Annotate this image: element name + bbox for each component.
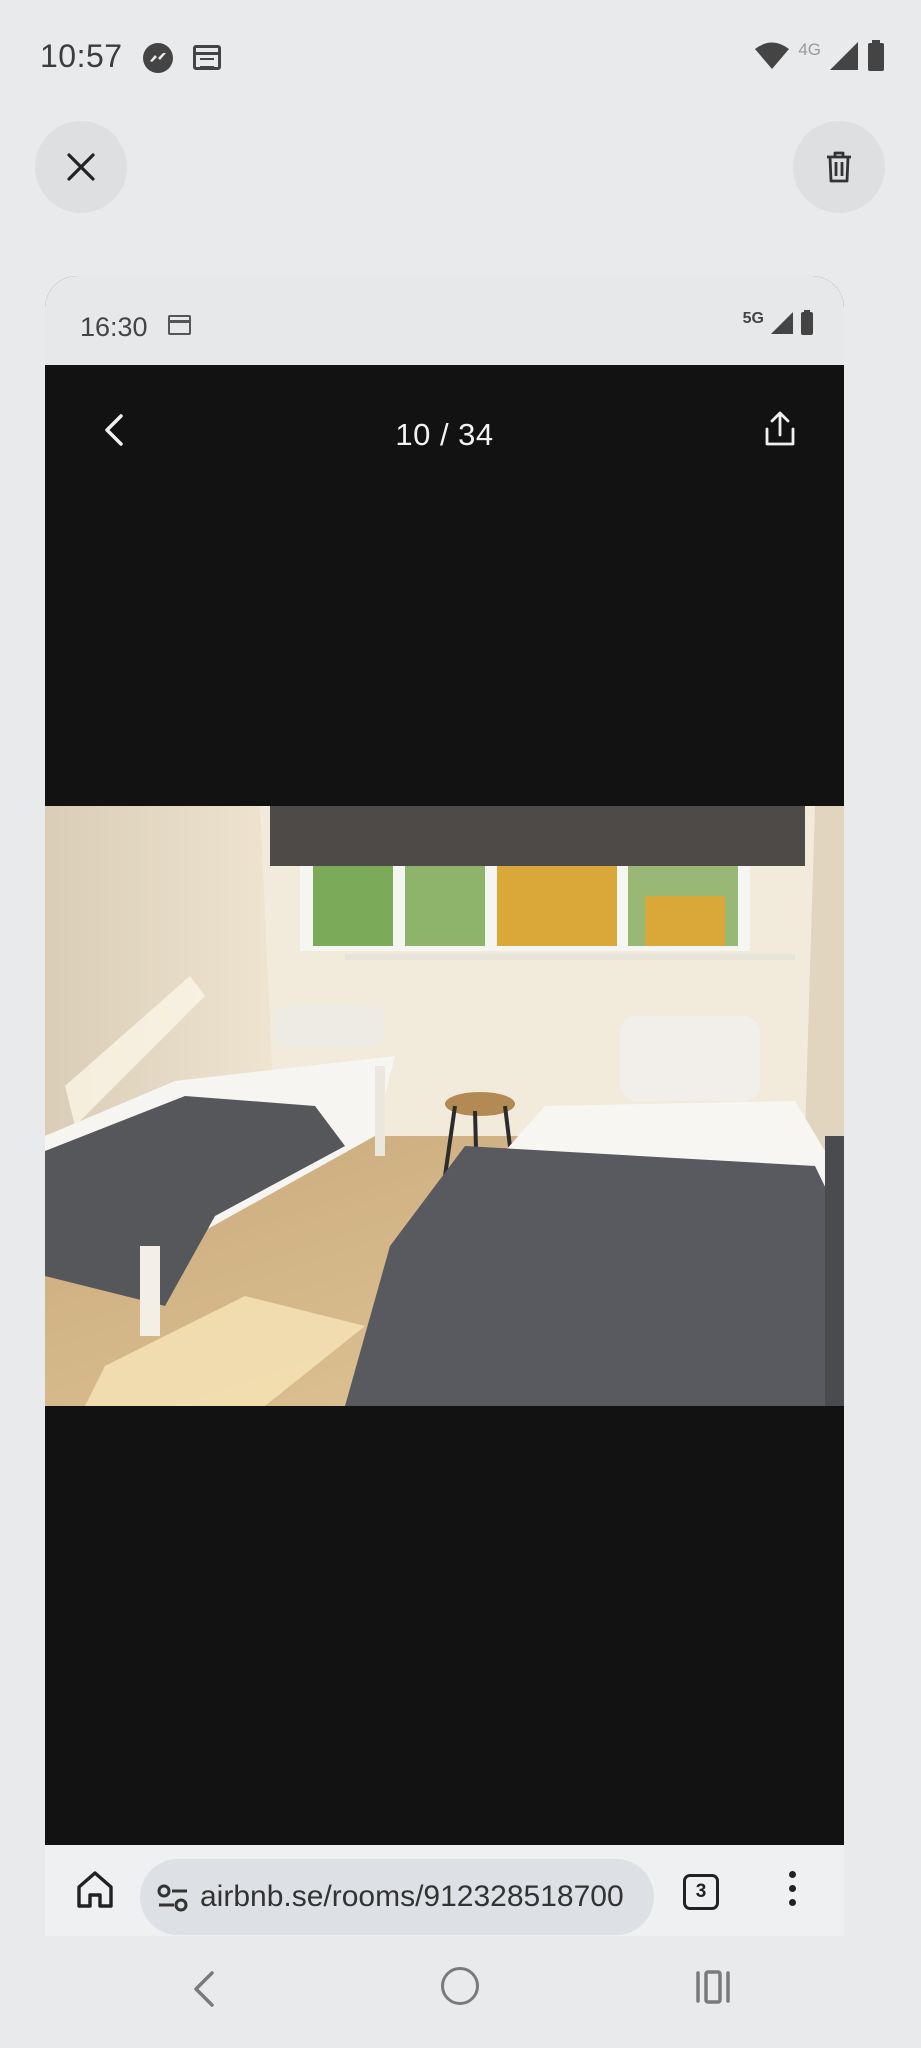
browser-toolbar: airbnb.se/rooms/912328518700 3 <box>45 1845 844 1936</box>
close-button[interactable] <box>35 121 127 213</box>
share-icon[interactable] <box>762 409 798 449</box>
photo-viewer: 10 / 34 <box>45 365 844 1845</box>
inner-network-type: 5G <box>742 310 764 327</box>
trash-icon <box>827 151 851 183</box>
nav-home-icon[interactable] <box>441 1967 479 2005</box>
address-bar[interactable]: airbnb.se/rooms/912328518700 <box>140 1859 654 1935</box>
signal-icon <box>771 312 793 334</box>
signal-icon <box>830 42 858 70</box>
bedroom-photo[interactable] <box>45 806 844 1406</box>
delete-button[interactable] <box>793 121 885 213</box>
battery-icon <box>868 40 884 71</box>
home-icon[interactable] <box>73 1867 117 1911</box>
close-icon <box>67 153 95 181</box>
calendar-icon <box>193 45 221 70</box>
device-status-bar: 10:57 4G <box>0 0 921 118</box>
battery-icon <box>801 310 813 335</box>
wifi-icon <box>755 42 790 69</box>
url-text: airbnb.se/rooms/912328518700 <box>200 1880 624 1913</box>
status-time: 10:57 <box>40 38 123 74</box>
messenger-icon <box>143 43 173 73</box>
nav-back-icon[interactable] <box>190 1970 220 2008</box>
inner-status-time: 16:30 <box>80 312 148 342</box>
tab-switcher-button[interactable]: 3 <box>683 1874 719 1910</box>
nav-recents-icon[interactable] <box>694 1969 734 2005</box>
inner-status-right-icons: 5G <box>743 310 814 336</box>
inner-status-bar: 16:30 5G <box>45 276 844 365</box>
network-type: 4G <box>798 40 821 59</box>
site-settings-icon[interactable] <box>156 1883 190 1913</box>
more-vert-icon[interactable] <box>787 1871 797 1915</box>
calendar-icon <box>168 315 191 335</box>
status-right-icons: 4G <box>754 40 885 72</box>
photo-counter: 10 / 34 <box>395 417 494 452</box>
screenshot-preview: 16:30 5G 10 / 34 airbnb.se/rooms/9123285… <box>45 276 844 1936</box>
system-navigation-bar <box>0 1936 921 2048</box>
